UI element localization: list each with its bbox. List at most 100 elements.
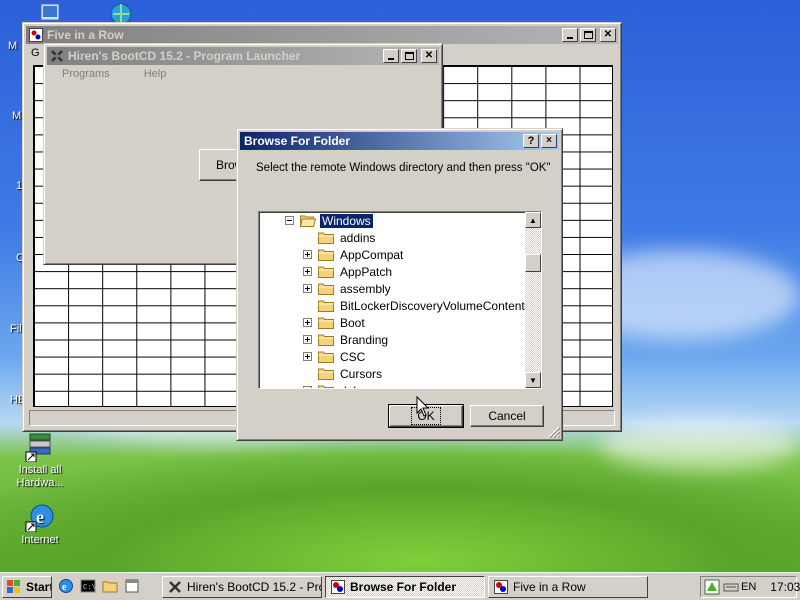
dialog-title: Browse For Folder	[244, 134, 351, 148]
tree-scrollbar[interactable]: ▲ ▼	[525, 212, 541, 388]
tree-item[interactable]: BitLockerDiscoveryVolumeContents	[303, 297, 533, 314]
expand-plus-icon[interactable]	[303, 267, 312, 276]
system-tray: EN 17:03	[700, 576, 800, 598]
close-button[interactable]: ✕	[600, 28, 616, 42]
browse-for-folder-dialog: Browse For Folder ? × Select the remote …	[236, 128, 563, 441]
resize-grip-icon[interactable]	[548, 426, 561, 439]
desktop-icon-label: Internet	[21, 534, 59, 546]
folder-icon	[318, 265, 334, 278]
tree-item[interactable]: AppCompat	[303, 246, 405, 263]
scroll-up-button[interactable]: ▲	[525, 212, 541, 228]
expand-plus-icon[interactable]	[303, 352, 312, 361]
help-button[interactable]: ?	[523, 134, 539, 148]
folder-icon	[318, 367, 334, 380]
folder-icon	[318, 248, 334, 261]
svg-text:e: e	[62, 582, 67, 593]
tree-item-label: Windows	[320, 213, 373, 228]
minimize-icon	[567, 37, 573, 39]
browse-folder-app-icon	[330, 579, 346, 595]
arrow-down-icon: ▼	[529, 375, 537, 385]
help-icon: ?	[527, 134, 535, 147]
start-button[interactable]: Start	[2, 576, 52, 598]
tree-item[interactable]: addins	[303, 229, 377, 246]
svg-text:e: e	[36, 507, 44, 527]
menu-help[interactable]: Help	[144, 68, 167, 80]
tree-item[interactable]: Boot	[303, 314, 367, 331]
tree-item[interactable]: Windows	[285, 212, 373, 229]
cancel-button[interactable]: Cancel	[470, 405, 544, 427]
window-title: Hiren's BootCD 15.2 - Program Launcher	[68, 49, 301, 63]
tree-item[interactable]: CSC	[303, 348, 367, 365]
taskbar-item-label: Hiren's BootCD 15.2 - Pro...	[187, 580, 322, 594]
maximize-button[interactable]	[580, 28, 596, 42]
folder-icon	[318, 299, 334, 312]
dialog-instruction: Select the remote Windows directory and …	[256, 162, 551, 174]
maximize-button[interactable]	[401, 49, 417, 63]
folder-icon	[318, 333, 334, 346]
collapse-minus-icon[interactable]	[285, 216, 294, 225]
taskbar-item-five-in-a-row[interactable]: Five in a Row	[488, 576, 648, 598]
expand-plus-icon[interactable]	[303, 335, 312, 344]
launcher-app-icon	[50, 49, 64, 63]
tree-item[interactable]: debug	[303, 382, 375, 389]
tree-item-label: addins	[340, 230, 376, 245]
internet-explorer-icon: e	[24, 500, 56, 533]
expand-plus-icon[interactable]	[303, 284, 312, 293]
maximize-icon	[583, 31, 593, 39]
ie-icon[interactable]: e	[58, 578, 74, 594]
tree-item-label: assembly	[340, 281, 391, 296]
tree-item[interactable]: Branding	[303, 331, 390, 348]
taskbar-item-launcher[interactable]: Hiren's BootCD 15.2 - Pro...	[162, 576, 322, 598]
close-button[interactable]: ✕	[421, 49, 437, 63]
window-icon[interactable]	[124, 578, 140, 594]
quick-launch: e C:\	[58, 578, 140, 594]
tree-item-label: debug	[338, 384, 375, 389]
tree-item[interactable]: AppPatch	[303, 263, 394, 280]
maximize-icon	[404, 52, 414, 60]
launcher-titlebar[interactable]: Hiren's BootCD 15.2 - Program Launcher ✕	[47, 47, 439, 65]
folder-icon	[318, 350, 334, 363]
desktop-icon-internet[interactable]: e Internet	[5, 500, 75, 546]
tray-app-icon[interactable]	[704, 579, 720, 595]
scroll-down-button[interactable]: ▼	[525, 372, 541, 388]
folder-tree[interactable]: Windows addins AppCompat AppPatch assembly Bi…	[258, 211, 542, 389]
tree-item-label: AppCompat	[340, 247, 404, 262]
folder-icon	[318, 231, 334, 244]
five-in-a-row-app-icon	[493, 579, 509, 595]
close-icon: ✕	[424, 50, 434, 61]
scroll-thumb[interactable]	[525, 254, 541, 272]
window-title: Five in a Row	[47, 28, 124, 42]
expand-plus-icon[interactable]	[303, 318, 312, 327]
expand-plus-icon[interactable]	[303, 250, 312, 259]
menu-programs[interactable]: Programs	[62, 68, 110, 80]
desktop-label-partial: M	[8, 40, 18, 52]
minimize-button[interactable]	[562, 28, 578, 42]
taskbar-item-label: Five in a Row	[513, 580, 586, 594]
tree-item-label: BitLockerDiscoveryVolumeContents	[340, 298, 531, 313]
taskbar-item-browse-for-folder[interactable]: Browse For Folder	[325, 576, 485, 598]
windows-logo-icon	[6, 579, 22, 595]
folder-icon	[318, 384, 334, 388]
tree-item-label: Boot	[340, 315, 365, 330]
launcher-menubar: Programs Help	[50, 68, 166, 80]
clock[interactable]: 17:03	[770, 580, 800, 594]
svg-text:C:\: C:\	[83, 584, 96, 592]
folder-icon[interactable]	[102, 578, 118, 594]
arrow-up-icon: ▲	[529, 215, 537, 225]
folder-icon	[318, 282, 334, 295]
tree-item[interactable]: Cursors	[303, 365, 384, 382]
keyboard-icon[interactable]	[723, 581, 739, 593]
cmd-icon[interactable]: C:\	[80, 578, 96, 594]
dialog-titlebar[interactable]: Browse For Folder ? ×	[240, 132, 559, 150]
desktop-label-partial: M	[12, 110, 22, 122]
language-indicator[interactable]: EN	[741, 581, 756, 593]
close-button[interactable]: ×	[541, 134, 557, 148]
desktop-icon-install-hardware[interactable]: Install all Hardwa...	[5, 430, 75, 490]
expand-plus-icon[interactable]	[303, 386, 312, 388]
close-icon: ×	[546, 135, 552, 146]
minimize-button[interactable]	[383, 49, 399, 63]
tree-item-label: Branding	[340, 332, 389, 347]
tree-item[interactable]: assembly	[303, 280, 393, 297]
five-in-a-row-app-icon	[29, 28, 43, 42]
five-in-a-row-titlebar[interactable]: Five in a Row ✕	[26, 26, 618, 44]
